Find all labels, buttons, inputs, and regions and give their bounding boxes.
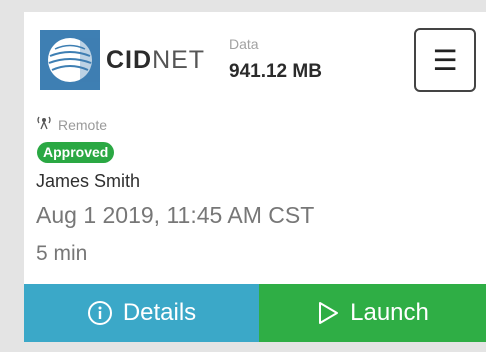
play-icon [316, 300, 340, 326]
data-usage-value: 941.12 MB [229, 61, 322, 82]
menu-button[interactable]: ☰ [414, 28, 476, 92]
details-button[interactable]: Details [24, 284, 259, 342]
status-badge: Approved [37, 142, 115, 163]
brand-name-strong: CID [106, 46, 153, 74]
brand-name: CIDNET [106, 46, 205, 75]
user-name: James Smith [36, 171, 141, 191]
launch-button[interactable]: Launch [259, 284, 486, 342]
cidnet-logo [40, 30, 100, 90]
brand-name-light: NET [152, 46, 206, 74]
session-card: CIDNET Data 941.12 MB ☰ Remote Approved … [24, 12, 486, 342]
details-label: Details [122, 299, 197, 326]
menu-icon: ☰ [432, 44, 458, 76]
session-type-label: Remote [58, 116, 108, 133]
action-bar: Details Launch [24, 284, 486, 342]
info-icon [87, 300, 113, 326]
launch-label: Launch [350, 299, 429, 326]
data-usage-label: Data [229, 36, 259, 52]
remote-icon [36, 116, 52, 133]
session-duration: 5 min [36, 242, 88, 265]
session-type: Remote [36, 116, 107, 133]
session-datetime: Aug 1 2019, 11:45 AM CST [36, 202, 315, 228]
